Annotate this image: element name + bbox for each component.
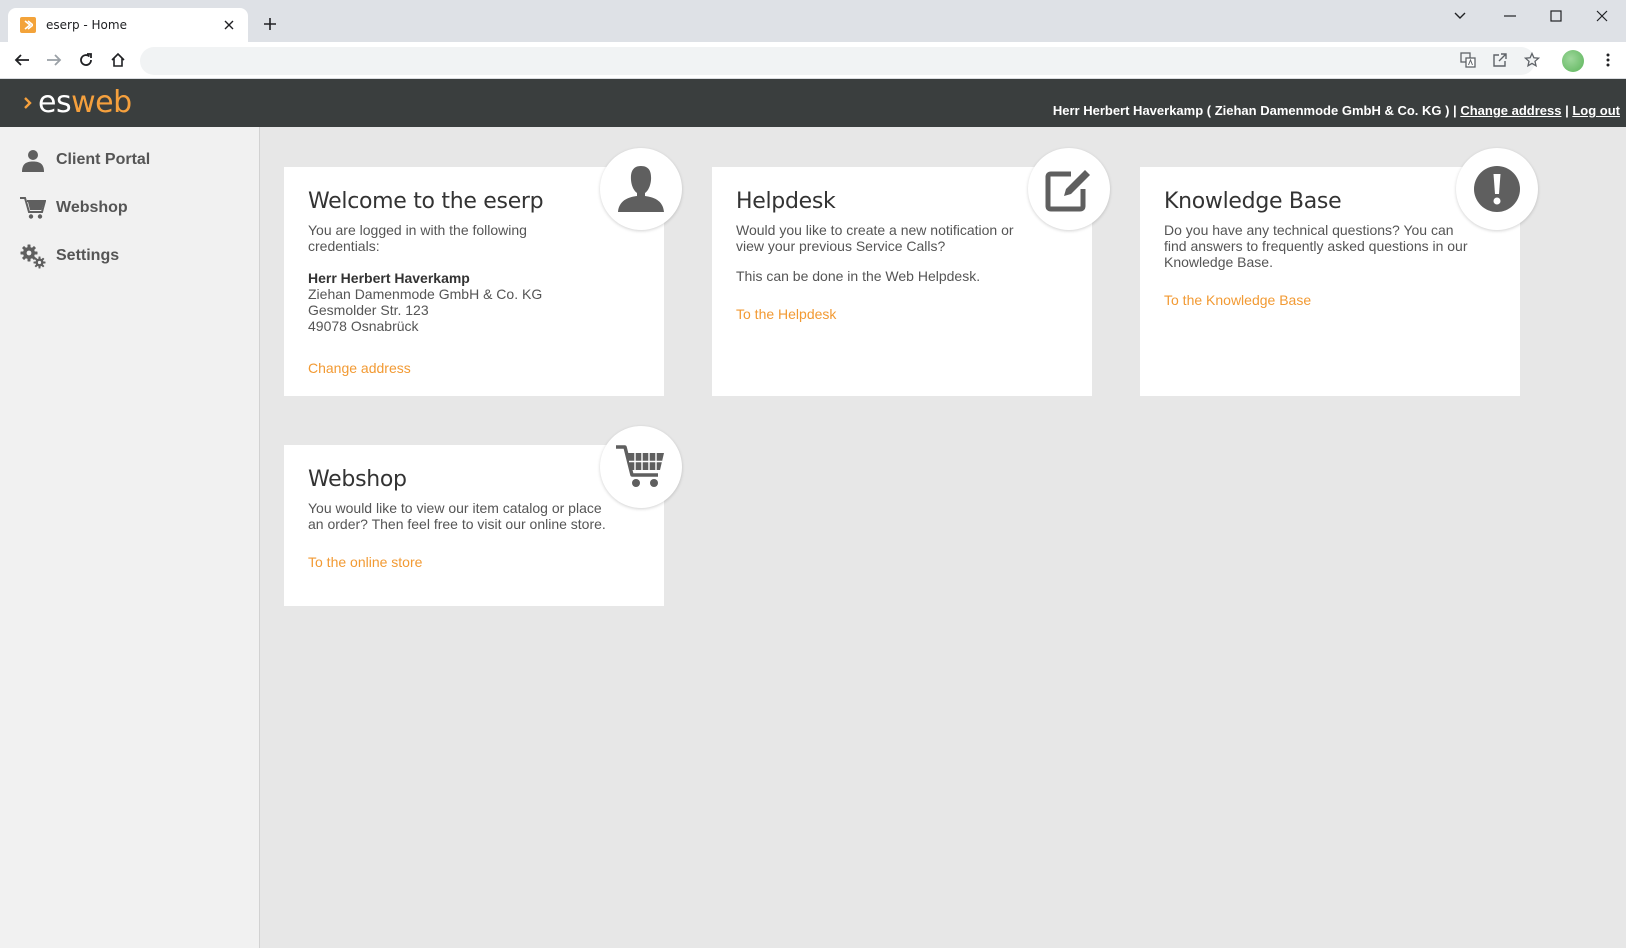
shopping-cart-icon — [616, 445, 664, 487]
share-icon[interactable] — [1488, 48, 1512, 72]
home-icon[interactable] — [106, 48, 130, 72]
logo-chevron-icon — [24, 96, 32, 109]
credential-company: Ziehan Damenmode GmbH & Co. KG — [308, 286, 543, 302]
knowledge-base-card-title: Knowledge Base — [1164, 189, 1342, 214]
header-change-address-link[interactable]: Change address — [1460, 103, 1561, 118]
bookmark-star-icon[interactable] — [1520, 48, 1544, 72]
back-icon[interactable] — [10, 48, 34, 72]
helpdesk-card-title: Helpdesk — [736, 189, 836, 214]
sidebar-item-client-portal[interactable]: Client Portal — [20, 145, 150, 175]
person-icon — [20, 147, 46, 173]
new-tab-icon[interactable] — [258, 12, 282, 36]
browser-tabstrip: eserp - Home — [0, 0, 1626, 42]
credential-name: Herr Herbert Haverkamp — [308, 270, 470, 286]
favicon-icon — [20, 17, 36, 33]
sidebar-item-label: Client Portal — [56, 151, 151, 168]
tab-close-icon[interactable] — [220, 16, 238, 34]
credential-street: Gesmolder Str. 123 — [308, 302, 429, 318]
webshop-text: You would like to view our item catalog … — [308, 500, 606, 532]
welcome-card-title: Welcome to the eserp — [308, 189, 544, 214]
gears-icon — [20, 243, 46, 269]
edit-icon — [1045, 170, 1090, 212]
close-window-icon[interactable] — [1582, 4, 1622, 28]
online-store-link[interactable]: To the online store — [308, 554, 422, 570]
sidebar-item-label: Settings — [56, 247, 120, 264]
user-silhouette-icon — [618, 166, 664, 212]
user-info: Herr Herbert Haverkamp ( Ziehan Damenmod… — [1053, 103, 1620, 118]
welcome-badge — [600, 148, 682, 230]
change-address-link[interactable]: Change address — [308, 360, 411, 376]
sidebar-item-label: Webshop — [56, 199, 128, 216]
sidebar-item-settings[interactable]: Settings — [20, 241, 119, 271]
knowledge-base-badge — [1456, 148, 1538, 230]
app-header: es web Herr Herbert Haverkamp ( Ziehan Da… — [0, 79, 1626, 127]
header-separator: | — [1561, 103, 1573, 118]
cart-icon — [20, 195, 46, 221]
helpdesk-text-2: This can be done in the Web Helpdesk. — [736, 268, 981, 284]
sidebar: Client Portal Webshop Settings — [0, 127, 260, 948]
tab-search-icon[interactable] — [1440, 4, 1480, 28]
helpdesk-badge — [1028, 148, 1110, 230]
maximize-icon[interactable] — [1536, 4, 1576, 28]
browser-menu-icon[interactable] — [1596, 48, 1620, 72]
helpdesk-link[interactable]: To the Helpdesk — [736, 306, 836, 322]
logo-es-text: es — [38, 85, 72, 120]
logout-link[interactable]: Log out — [1572, 103, 1620, 118]
browser-toolbar — [0, 42, 1626, 79]
webshop-card-title: Webshop — [308, 467, 407, 492]
address-bar[interactable] — [140, 47, 1535, 75]
knowledge-base-text: Do you have any technical questions? You… — [1164, 222, 1468, 270]
webshop-badge — [600, 426, 682, 508]
browser-tab[interactable]: eserp - Home — [8, 8, 248, 42]
helpdesk-text-1: Would you like to create a new notificat… — [736, 222, 1014, 254]
tab-title: eserp - Home — [46, 18, 127, 32]
logo-web-text: web — [71, 85, 132, 120]
esweb-logo[interactable]: es web — [24, 85, 132, 120]
translate-icon[interactable] — [1456, 48, 1480, 72]
profile-avatar[interactable] — [1562, 50, 1584, 72]
reload-icon[interactable] — [74, 48, 98, 72]
exclamation-icon — [1474, 166, 1520, 212]
credential-city: 49078 Osnabrück — [308, 318, 419, 334]
knowledge-base-link[interactable]: To the Knowledge Base — [1164, 292, 1311, 308]
welcome-intro-text: You are logged in with the following cre… — [308, 222, 527, 254]
user-name-text: Herr Herbert Haverkamp ( Ziehan Damenmod… — [1052, 103, 1461, 118]
forward-icon[interactable] — [42, 48, 66, 72]
sidebar-item-webshop[interactable]: Webshop — [20, 193, 128, 223]
minimize-icon[interactable] — [1490, 4, 1530, 28]
